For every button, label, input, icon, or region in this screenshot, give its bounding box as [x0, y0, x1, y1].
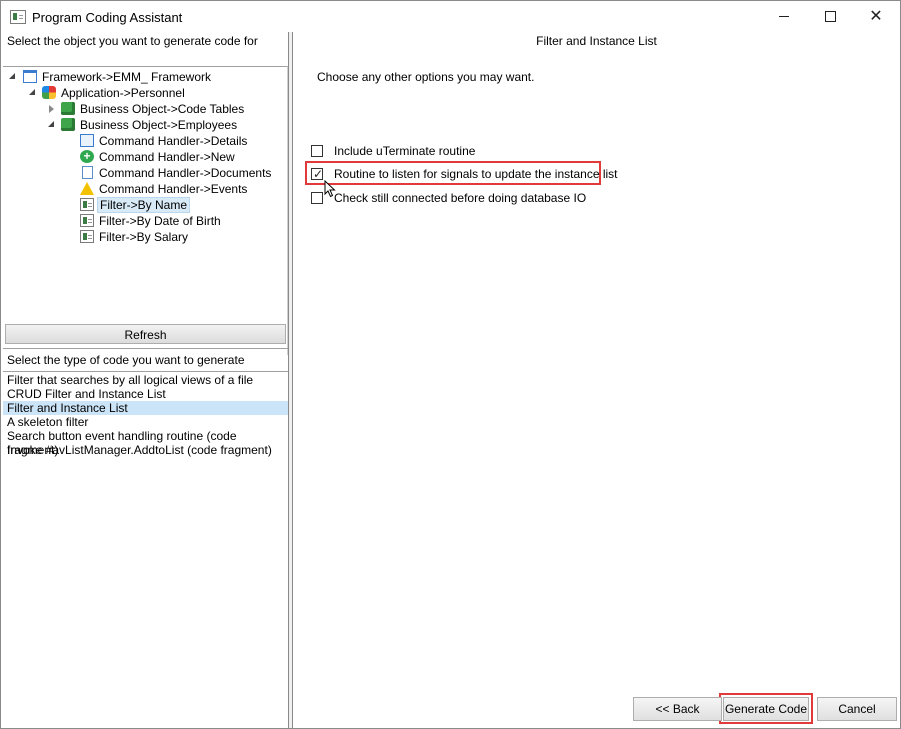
program-coding-assistant-window: Program Coding Assistant ✕ Select the ob…	[0, 0, 901, 729]
pane-splitter[interactable]	[288, 32, 293, 728]
filter-icon	[80, 230, 94, 243]
tree-item-label: Business Object->Employees	[80, 118, 238, 132]
object-header: Select the object you want to generate c…	[7, 34, 258, 48]
filter-icon	[80, 198, 94, 211]
object-tree: Framework->EMM_ Framework Application->P…	[3, 66, 288, 355]
tree-item-label: Filter->By Salary	[99, 230, 189, 244]
left-pane: Select the object you want to generate c…	[3, 32, 288, 726]
option-label: Include uTerminate routine	[334, 144, 476, 158]
filter-icon	[80, 214, 94, 227]
code-type-item-selected[interactable]: Filter and Instance List	[3, 401, 288, 415]
warning-icon	[80, 182, 94, 195]
right-pane: Filter and Instance List Choose any othe…	[294, 32, 899, 726]
title-bar: Program Coding Assistant ✕	[1, 1, 900, 32]
code-type-item[interactable]: CRUD Filter and Instance List	[3, 387, 288, 401]
options-intro: Choose any other options you may want.	[317, 70, 535, 84]
code-type-item[interactable]: A skeleton filter	[3, 415, 288, 429]
tree-item-label: Application->Personnel	[61, 86, 185, 100]
type-header: Select the type of code you want to gene…	[7, 353, 245, 367]
expanded-arrow-icon[interactable]	[9, 73, 15, 79]
window-icon	[80, 134, 94, 147]
tree-item-label: Command Handler->New	[99, 150, 235, 164]
tree-item-label: Command Handler->Details	[99, 134, 248, 148]
close-icon: ✕	[869, 8, 883, 25]
document-icon	[82, 166, 93, 179]
collapsed-arrow-icon[interactable]	[49, 105, 54, 113]
minimize-button[interactable]	[761, 1, 807, 32]
checkbox[interactable]	[311, 145, 323, 157]
code-type-list: Filter that searches by all logical view…	[3, 371, 288, 727]
tree-item-label: Command Handler->Events	[99, 182, 248, 196]
tree-item-label: Business Object->Code Tables	[80, 102, 245, 116]
tree-item-label: Framework->EMM_ Framework	[42, 70, 212, 84]
maximize-icon	[825, 11, 836, 22]
divider	[3, 348, 288, 349]
cancel-button[interactable]: Cancel	[817, 697, 897, 721]
code-type-item[interactable]: Filter that searches by all logical view…	[3, 373, 288, 387]
option-label: Routine to listen for signals to update …	[334, 167, 618, 181]
back-button[interactable]: << Back	[633, 697, 722, 721]
tree-item-label: Filter->By Name	[97, 197, 191, 213]
generate-code-button[interactable]: Generate Code	[723, 697, 809, 721]
checkbox[interactable]	[311, 192, 323, 204]
framework-icon	[23, 70, 37, 83]
application-icon	[42, 86, 56, 99]
refresh-button[interactable]: Refresh	[5, 324, 286, 344]
expanded-arrow-icon[interactable]	[48, 121, 54, 127]
business-object-icon	[61, 102, 75, 115]
code-type-item[interactable]: Invoke #avListManager.AddtoList (code fr…	[3, 443, 288, 457]
maximize-button[interactable]	[807, 1, 853, 32]
tree-item-label: Command Handler->Documents	[99, 166, 272, 180]
business-object-icon	[61, 118, 75, 131]
add-icon: +	[80, 150, 94, 163]
panel-title: Filter and Instance List	[536, 34, 657, 48]
checkbox-checked[interactable]	[311, 166, 323, 182]
minimize-icon	[779, 16, 789, 17]
tree-item-label: Filter->By Date of Birth	[99, 214, 221, 228]
option-label: Check still connected before doing datab…	[334, 191, 587, 205]
window-title: Program Coding Assistant	[32, 10, 183, 25]
code-type-item[interactable]: Search button event handling routine (co…	[3, 429, 288, 457]
expanded-arrow-icon[interactable]	[29, 89, 35, 95]
close-button[interactable]: ✕	[853, 1, 899, 32]
app-icon	[10, 10, 26, 24]
